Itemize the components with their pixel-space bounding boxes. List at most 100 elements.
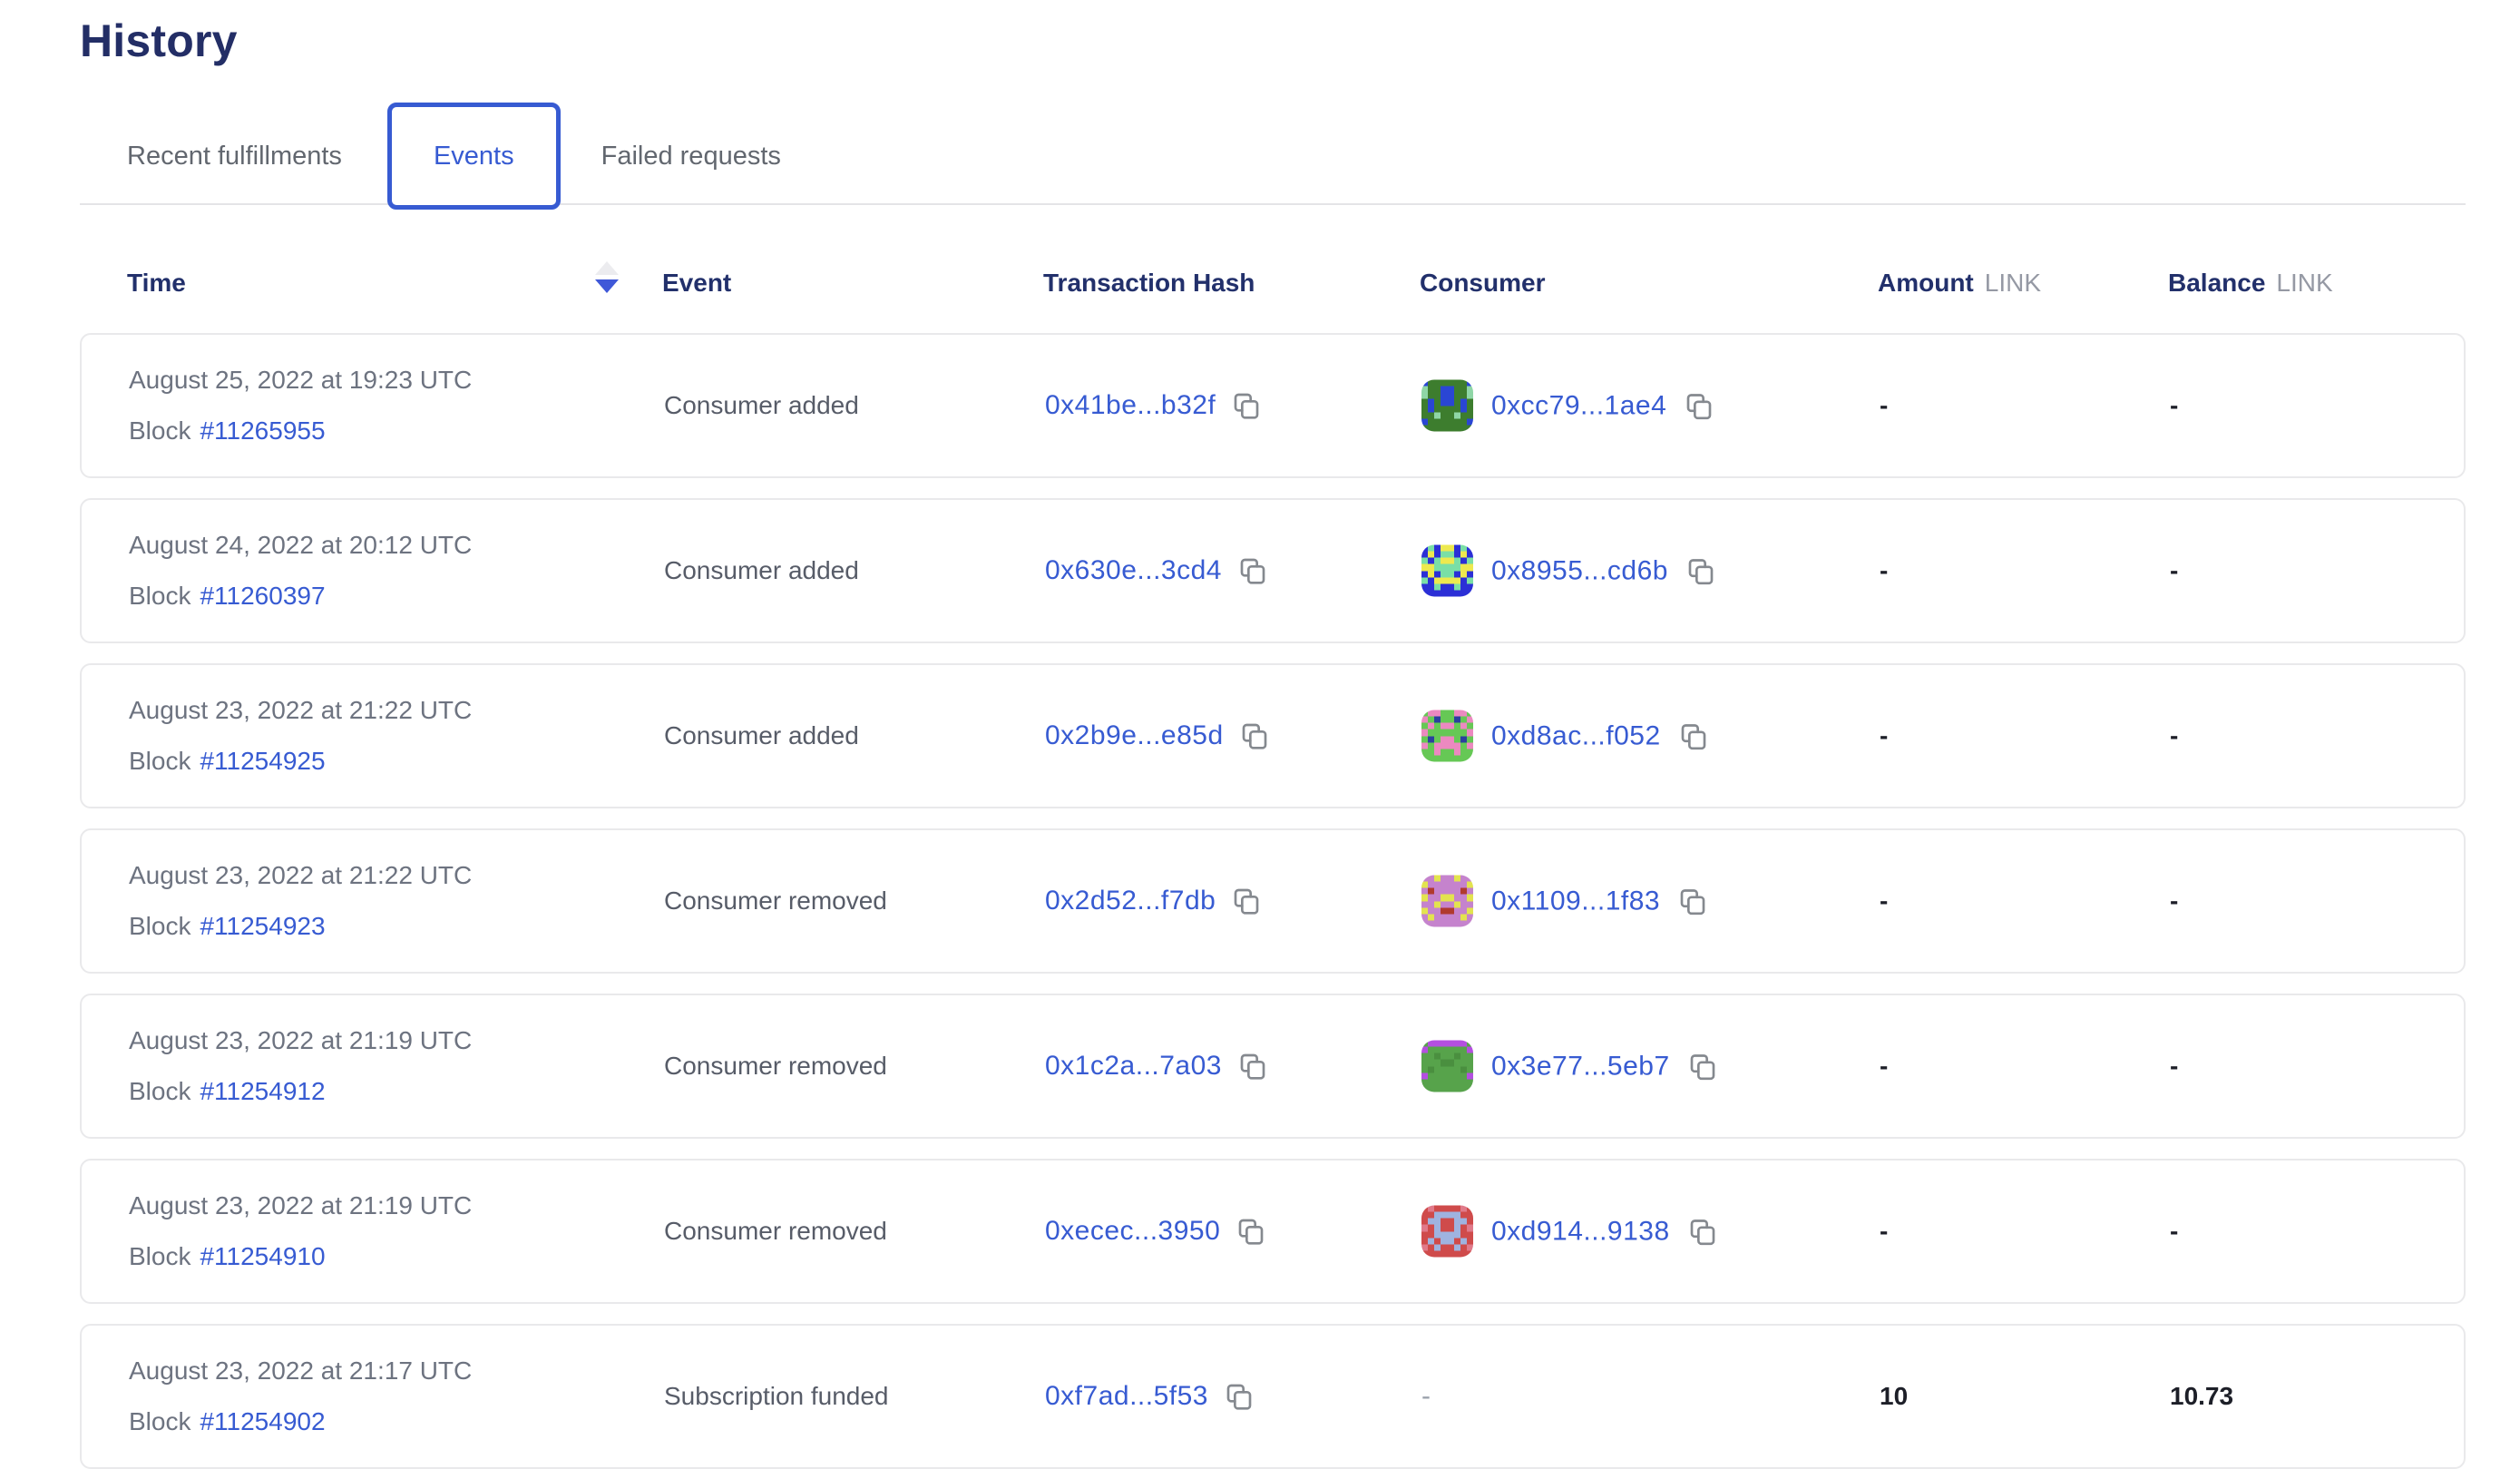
transaction-hash-cell: 0x41be...b32f (1045, 390, 1261, 421)
balance-cell: - (2170, 1217, 2178, 1246)
copy-icon[interactable] (1688, 1052, 1717, 1081)
event-type: Consumer added (664, 556, 859, 584)
balance-value: - (2170, 556, 2178, 584)
event-cell: Consumer removed (664, 1217, 887, 1246)
column-header-transaction-hash: Transaction Hash (1043, 269, 1255, 298)
copy-icon[interactable] (1240, 721, 1269, 750)
block-label: Block (129, 912, 190, 940)
block-number-link[interactable]: #11254910 (200, 1242, 325, 1270)
table-row: August 23, 2022 at 21:17 UTC Block#11254… (80, 1324, 2466, 1469)
copy-icon[interactable] (1232, 886, 1261, 916)
column-header-event: Event (662, 269, 731, 298)
copy-icon[interactable] (1238, 1052, 1267, 1081)
balance-cell: - (2170, 886, 2178, 916)
consumer-cell: 0x3e77...5eb7 (1421, 1041, 1717, 1092)
timestamp: August 23, 2022 at 21:22 UTC (129, 696, 472, 725)
block-number-link[interactable]: #11260397 (200, 582, 325, 610)
time-cell: August 23, 2022 at 21:19 UTC Block#11254… (129, 1026, 472, 1106)
block-label: Block (129, 582, 190, 610)
balance-cell: - (2170, 391, 2178, 420)
consumer-address-link[interactable]: 0xd914...9138 (1491, 1216, 1670, 1247)
tab-failed-requests[interactable]: Failed requests (601, 142, 781, 171)
event-cell: Consumer removed (664, 1052, 887, 1081)
transaction-hash-link[interactable]: 0x1c2a...7a03 (1045, 1051, 1222, 1082)
block-number-link[interactable]: #11254902 (200, 1407, 325, 1435)
balance-cell: 10.73 (2170, 1382, 2233, 1411)
block-number-link[interactable]: #11265955 (200, 416, 325, 445)
event-type: Consumer added (664, 721, 859, 749)
copy-icon[interactable] (1678, 886, 1707, 916)
time-cell: August 23, 2022 at 21:17 UTC Block#11254… (129, 1356, 472, 1436)
table-row: August 23, 2022 at 21:22 UTC Block #11254… (80, 828, 2466, 974)
table-row: August 24, 2022 at 20:12 UTC Block#11260… (80, 498, 2466, 643)
amount-cell: - (1880, 391, 1888, 420)
event-type: Consumer removed (664, 1217, 887, 1245)
block-number-link[interactable]: #11254925 (200, 747, 325, 775)
block-line: Block #11265955 (129, 416, 472, 446)
event-type: Subscription funded (664, 1382, 889, 1410)
copy-icon[interactable] (1686, 556, 1715, 585)
amount-value: - (1880, 1052, 1888, 1080)
copy-icon[interactable] (1236, 1217, 1265, 1246)
timestamp: August 23, 2022 at 21:22 UTC (129, 861, 472, 890)
consumer-identicon (1421, 380, 1473, 432)
transaction-hash-link[interactable]: 0x630e...3cd4 (1045, 555, 1222, 586)
transaction-hash-link[interactable]: 0x41be...b32f (1045, 390, 1216, 421)
copy-icon[interactable] (1688, 1217, 1717, 1246)
transaction-hash-link[interactable]: 0xf7ad...5f53 (1045, 1381, 1208, 1412)
transaction-hash-link[interactable]: 0xecec...3950 (1045, 1216, 1220, 1247)
consumer-address-link[interactable]: 0xcc79...1ae4 (1491, 390, 1666, 421)
consumer-address-link[interactable]: 0x3e77...5eb7 (1491, 1051, 1670, 1082)
amount-cell: - (1880, 886, 1888, 916)
column-header-consumer: Consumer (1420, 269, 1545, 298)
history-section: History Recent fulfillments Events Faile… (80, 0, 2466, 1469)
sort-indicator[interactable] (595, 261, 619, 293)
amount-cell: - (1880, 1052, 1888, 1081)
column-header-time[interactable]: Time (127, 269, 186, 298)
balance-cell: - (2170, 721, 2178, 750)
transaction-hash-link[interactable]: 0x2d52...f7db (1045, 886, 1216, 916)
copy-icon[interactable] (1225, 1382, 1254, 1411)
consumer-cell: 0x1109...1f83 (1421, 876, 1707, 927)
amount-cell: - (1880, 1217, 1888, 1246)
consumer-address-link[interactable]: 0x1109...1f83 (1491, 886, 1660, 916)
table-row: August 23, 2022 at 21:19 UTC Block#11254… (80, 1159, 2466, 1304)
sort-asc-icon (595, 261, 619, 275)
time-cell: August 23, 2022 at 21:22 UTC Block #11254… (129, 861, 472, 941)
copy-icon[interactable] (1238, 556, 1267, 585)
amount-value: - (1880, 721, 1888, 749)
tab-events[interactable]: Events (387, 103, 561, 210)
transaction-hash-cell: 0xf7ad...5f53 (1045, 1381, 1254, 1412)
column-header-amount: AmountLINK (1878, 269, 2041, 298)
consumer-cell: 0xcc79...1ae4 (1421, 380, 1714, 432)
block-label: Block (129, 747, 190, 775)
copy-icon[interactable] (1685, 391, 1714, 420)
timestamp: August 23, 2022 at 21:17 UTC (129, 1356, 472, 1386)
event-cell: Consumer added (664, 391, 859, 420)
block-number-link[interactable]: #11254923 (200, 912, 325, 940)
copy-icon[interactable] (1232, 391, 1261, 420)
balance-value: - (2170, 721, 2178, 749)
event-type: Consumer added (664, 391, 859, 419)
balance-value: 10.73 (2170, 1382, 2233, 1410)
balance-cell: - (2170, 556, 2178, 585)
tab-events-label: Events (434, 142, 514, 171)
balance-unit-label: LINK (2276, 269, 2332, 297)
amount-value: - (1880, 391, 1888, 419)
consumer-address-link[interactable]: 0xd8ac...f052 (1491, 720, 1661, 751)
block-label: Block (129, 416, 190, 445)
amount-cell: - (1880, 721, 1888, 750)
tab-recent-fulfillments[interactable]: Recent fulfillments (127, 142, 342, 171)
time-cell: August 23, 2022 at 21:22 UTC Block #11254… (129, 696, 472, 776)
consumer-address-link[interactable]: 0x8955...cd6b (1491, 555, 1668, 586)
block-number-link[interactable]: #11254912 (200, 1077, 325, 1105)
transaction-hash-link[interactable]: 0x2b9e...e85d (1045, 720, 1224, 751)
copy-icon[interactable] (1679, 721, 1708, 750)
consumer-identicon (1421, 1206, 1473, 1258)
amount-value: - (1880, 556, 1888, 584)
consumer-cell: 0xd914...9138 (1421, 1206, 1717, 1258)
consumer-identicon (1421, 545, 1473, 597)
consumer-address-link: - (1421, 1381, 1431, 1412)
consumer-identicon (1421, 876, 1473, 927)
column-header-balance: BalanceLINK (2168, 269, 2333, 298)
